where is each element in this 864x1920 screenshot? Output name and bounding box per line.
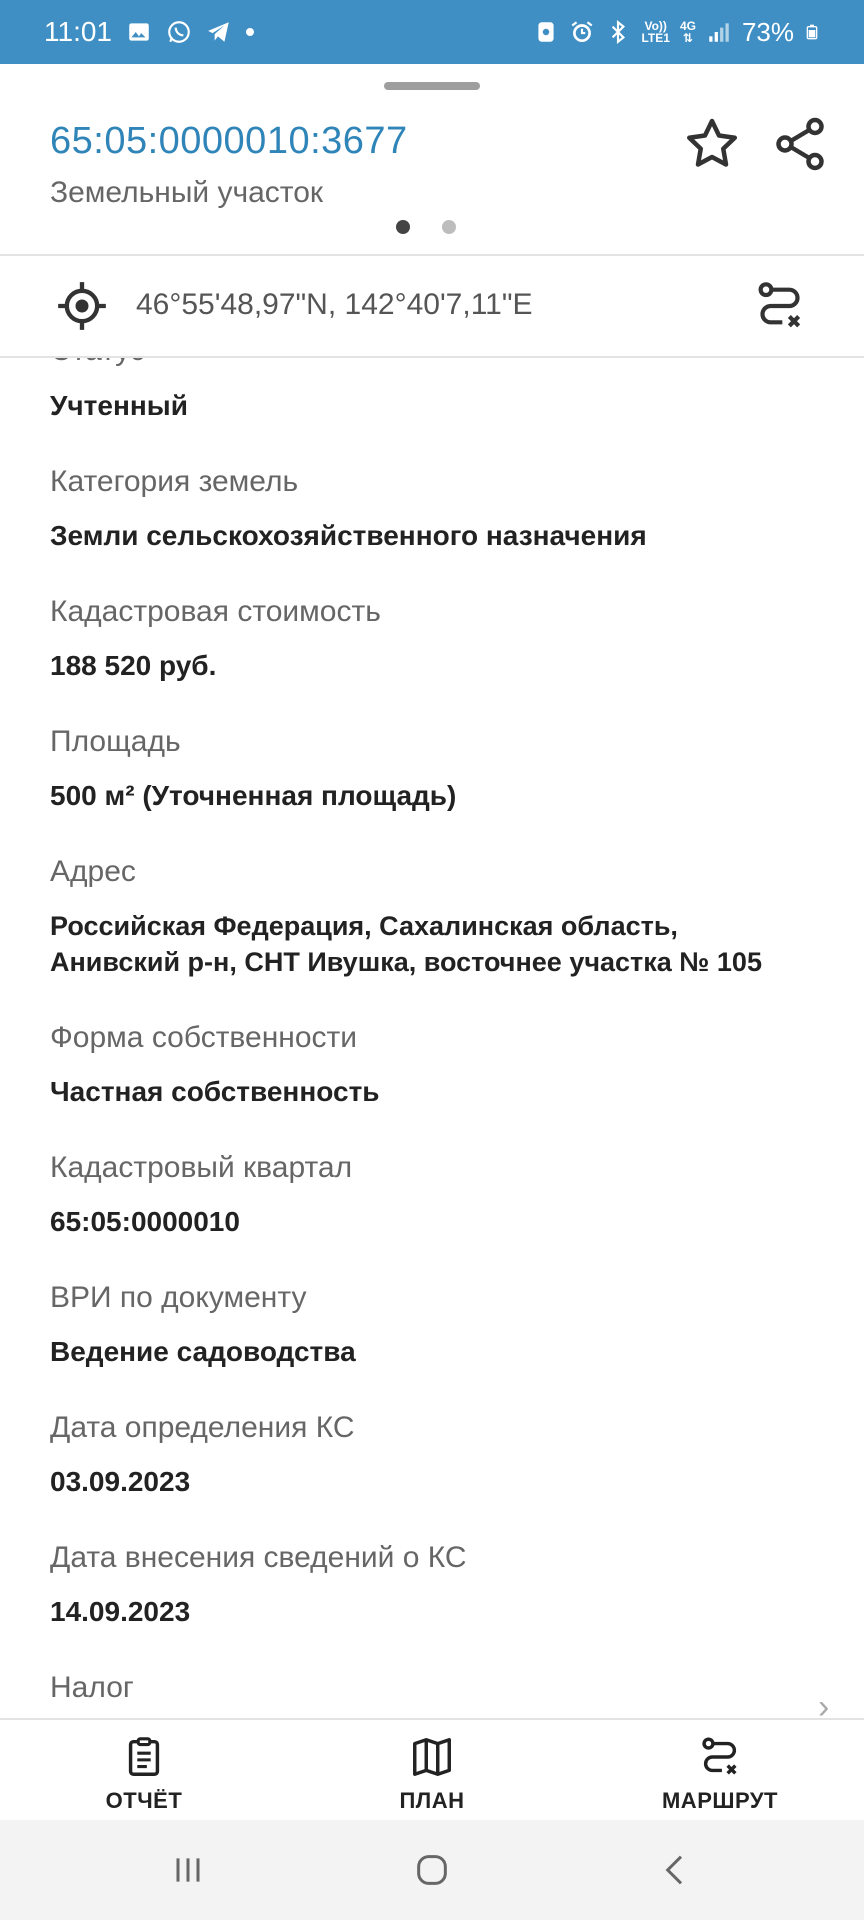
bottom-nav: ОТЧЁТ ПЛАН МАРШРУТ	[0, 1718, 864, 1820]
status-bar: 11:01 Vo)) LTE1 4G ⇅ 73%	[0, 0, 864, 64]
page-dot-1[interactable]	[396, 220, 410, 234]
field-land-category: Категория земель Земли сельскохозяйствен…	[50, 464, 864, 554]
field-value: Частная собственность	[50, 1076, 380, 1107]
field-value: 188 520 руб.	[50, 650, 217, 681]
chevron-right-icon[interactable]: ›	[818, 1688, 829, 1718]
signal-icon	[709, 23, 729, 42]
page-dot-2[interactable]	[442, 220, 456, 234]
route-icon	[702, 1737, 737, 1775]
data-arrows-icon: ⇅	[682, 31, 693, 45]
whatsapp-icon	[168, 21, 190, 43]
field-label: Площадь	[50, 725, 181, 758]
details-list[interactable]: Статус Учтенный Категория земель Земли с…	[0, 358, 864, 1718]
field-status: Учтенный	[50, 388, 864, 424]
nav-plan-label: ПЛАН	[399, 1788, 465, 1813]
bluetooth-icon	[612, 19, 626, 45]
route-icon[interactable]	[752, 278, 808, 334]
battery-percent: 73%	[741, 16, 794, 47]
cadastral-number: 65:05:0000010:3677	[50, 120, 408, 162]
favorite-star-icon[interactable]	[682, 114, 742, 174]
field-tax[interactable]: Налог	[50, 1670, 864, 1706]
field-valuation-date: Дата определения КС 03.09.2023	[50, 1410, 864, 1500]
sheet-header: 65:05:0000010:3677 Земельный участок	[0, 64, 864, 254]
notification-dot-icon	[246, 28, 254, 36]
telegram-icon	[208, 22, 229, 42]
alarm-clock-icon	[572, 21, 593, 43]
field-value: 14.09.2023	[50, 1596, 191, 1627]
field-cadastral-quarter: Кадастровый квартал 65:05:0000010	[50, 1150, 864, 1240]
battery-icon	[806, 24, 818, 40]
location-target-icon[interactable]	[56, 280, 108, 332]
field-entry-date: Дата внесения сведений о КС 14.09.2023	[50, 1540, 864, 1630]
share-icon[interactable]	[770, 114, 830, 174]
field-value: Учтенный	[50, 390, 188, 421]
coordinates-text[interactable]: 46°55'48,97"N, 142°40'7,11"E	[136, 288, 533, 322]
field-value: 65:05:0000010	[50, 1206, 240, 1237]
field-label: Кадастровая стоимость	[50, 595, 381, 628]
alarm-app-icon	[538, 22, 555, 42]
clipboard-icon	[128, 1737, 160, 1776]
field-label: Форма собственности	[50, 1021, 358, 1054]
field-label: Дата внесения сведений о КС	[50, 1541, 467, 1574]
nav-route-button[interactable]: МАРШРУТ	[620, 1734, 820, 1814]
field-value: Земли сельскохозяйственного назначения	[50, 520, 647, 551]
field-label: Категория земель	[50, 465, 299, 498]
field-permitted-use: ВРИ по документу Ведение садоводства	[50, 1280, 864, 1370]
field-ownership: Форма собственности Частная собственност…	[50, 1020, 864, 1110]
field-area: Площадь 500 м² (Уточненная площадь)	[50, 724, 864, 814]
field-value: 500 м² (Уточненная площадь)	[50, 780, 457, 811]
field-label: Налог	[50, 1671, 134, 1704]
map-icon	[413, 1738, 451, 1776]
field-label: Кадастровый квартал	[50, 1151, 353, 1184]
field-address: Адрес Российская Федерация, Сахалинская …	[50, 854, 864, 980]
field-cadastral-value: Кадастровая стоимость 188 520 руб.	[50, 594, 864, 684]
home-icon[interactable]	[412, 1850, 452, 1890]
field-label: ВРИ по документу	[50, 1281, 307, 1314]
partial-field-label: Статус	[50, 358, 145, 368]
field-value: 03.09.2023	[50, 1466, 191, 1497]
field-label: Дата определения КС	[50, 1411, 355, 1444]
field-value: Российская Федерация, Сахалинская област…	[50, 911, 762, 977]
coordinates-row[interactable]: 46°55'48,97"N, 142°40'7,11"E	[0, 256, 864, 356]
lte-label: LTE1	[641, 31, 670, 45]
page-indicator	[396, 220, 456, 234]
nav-report-label: ОТЧЁТ	[105, 1788, 183, 1813]
back-icon[interactable]	[656, 1850, 696, 1890]
recent-apps-icon[interactable]	[168, 1850, 208, 1890]
field-value: Ведение садоводства	[50, 1336, 356, 1367]
drag-handle[interactable]	[384, 82, 480, 90]
nav-report-button[interactable]: ОТЧЁТ	[44, 1734, 244, 1814]
status-time: 11:01	[44, 16, 112, 47]
nav-route-label: МАРШРУТ	[661, 1788, 778, 1813]
field-label: Адрес	[50, 855, 136, 888]
nav-plan-button[interactable]: ПЛАН	[332, 1734, 532, 1814]
system-nav-bar	[0, 1820, 864, 1920]
object-type: Земельный участок	[50, 176, 324, 209]
gallery-icon	[129, 23, 149, 41]
